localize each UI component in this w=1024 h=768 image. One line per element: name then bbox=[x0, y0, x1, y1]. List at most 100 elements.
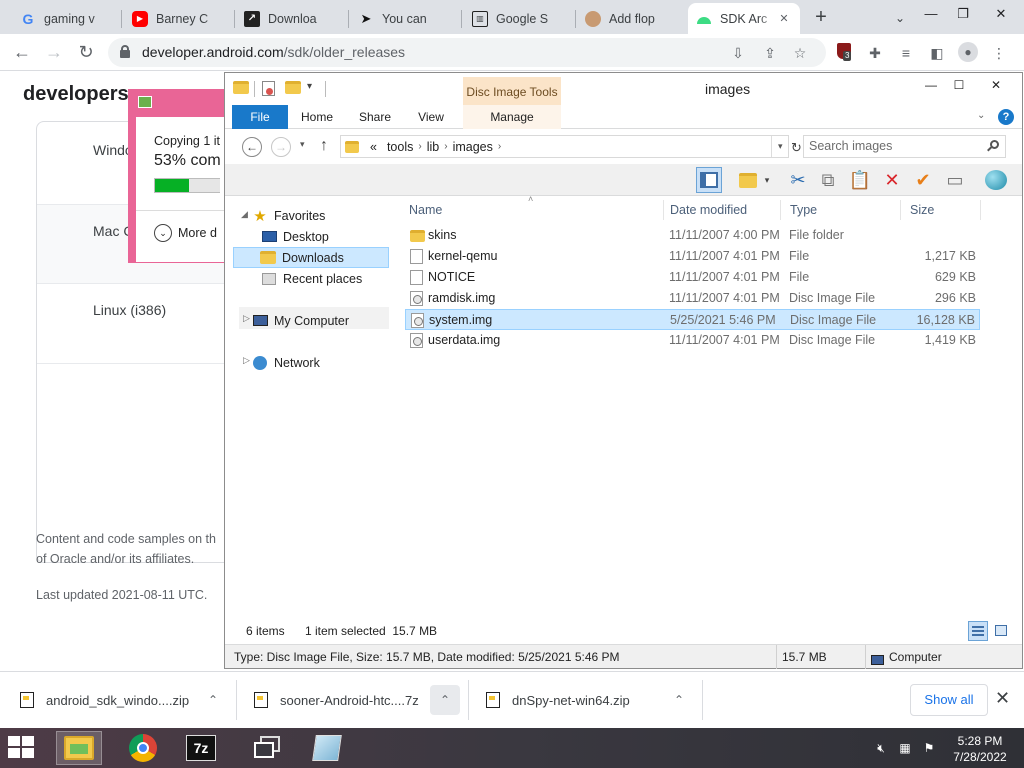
delete-icon[interactable]: ✕ bbox=[879, 167, 905, 193]
forward-arrow-icon[interactable]: → bbox=[40, 39, 68, 67]
folder-app-icon[interactable] bbox=[233, 81, 249, 97]
task-view-taskbar-icon[interactable] bbox=[244, 731, 290, 765]
7zip-taskbar-icon[interactable]: 7z bbox=[178, 731, 224, 765]
expand-ribbon-chevron-icon[interactable]: ⌄ bbox=[977, 110, 985, 121]
breadcrumb-images[interactable]: images bbox=[453, 140, 493, 154]
breadcrumb-overflow[interactable]: « bbox=[370, 140, 377, 154]
copy-icon[interactable]: ⧉ bbox=[815, 167, 841, 193]
file-row-skins[interactable]: skins 11/11/2007 4:00 PM File folder bbox=[405, 225, 980, 246]
search-box[interactable] bbox=[803, 135, 1006, 158]
chevron-up-icon[interactable]: ⌃ bbox=[664, 685, 694, 715]
breadcrumb-separator-icon[interactable]: › bbox=[444, 141, 447, 152]
maximize-icon[interactable]: ☐ bbox=[944, 73, 974, 97]
nav-desktop[interactable]: Desktop bbox=[261, 226, 329, 247]
nav-my-computer[interactable]: My Computer bbox=[252, 310, 349, 331]
new-tab-button[interactable]: + bbox=[808, 6, 834, 30]
show-all-downloads-button[interactable]: Show all bbox=[910, 684, 988, 716]
up-arrow-icon[interactable]: ↑ bbox=[320, 137, 328, 155]
expand-chevron-icon[interactable]: ▷ bbox=[243, 355, 250, 366]
developers-logo[interactable]: developers bbox=[23, 83, 129, 106]
tab-view[interactable]: View bbox=[409, 105, 453, 129]
minimize-icon[interactable]: ― bbox=[916, 73, 946, 97]
minimize-icon[interactable]: ― bbox=[914, 0, 948, 30]
help-icon[interactable]: ? bbox=[998, 109, 1014, 125]
tab-barney[interactable]: ▶ Barney C bbox=[124, 3, 232, 34]
download-item-sooner-android[interactable]: sooner-Android-htc....7z bbox=[254, 680, 419, 720]
copy-progress-dialog[interactable]: Copying 1 it 53% com ⌄ More d bbox=[128, 89, 228, 263]
search-input[interactable] bbox=[809, 139, 979, 153]
breadcrumb-tools[interactable]: tools bbox=[387, 140, 413, 154]
nav-favorites[interactable]: ★ Favorites bbox=[252, 205, 325, 226]
file-row-ramdisk[interactable]: ramdisk.img 11/11/2007 4:01 PM Disc Imag… bbox=[405, 288, 980, 309]
windows-start-icon[interactable] bbox=[8, 736, 36, 760]
tab-download[interactable]: ↗ Downloa bbox=[236, 3, 346, 34]
cut-icon[interactable]: ✂ bbox=[785, 167, 811, 193]
address-dropdown-icon[interactable]: ▾ bbox=[778, 141, 783, 152]
paste-icon[interactable]: 📋 bbox=[847, 167, 873, 193]
file-row-userdata[interactable]: userdata.img 11/11/2007 4:01 PM Disc Ima… bbox=[405, 330, 980, 351]
volume-muted-icon[interactable]: 🔇︎ bbox=[873, 741, 889, 755]
chrome-taskbar-icon[interactable] bbox=[120, 731, 166, 765]
expand-chevron-icon[interactable]: ▷ bbox=[243, 313, 250, 324]
customize-qat-icon[interactable]: ▾ bbox=[307, 81, 323, 97]
tab-share[interactable]: Share bbox=[351, 105, 399, 129]
nav-network[interactable]: Network bbox=[252, 352, 320, 373]
breadcrumb-separator-icon[interactable]: › bbox=[498, 141, 501, 152]
tab-you-can[interactable]: ➤ You can bbox=[350, 3, 460, 34]
extension-shield-icon[interactable]: 3 bbox=[833, 41, 855, 63]
notepad-taskbar-icon[interactable] bbox=[304, 731, 350, 765]
network-status-icon[interactable]: ▦ bbox=[897, 741, 913, 755]
preview-pane-icon[interactable] bbox=[696, 167, 722, 193]
reload-icon[interactable]: ↻ bbox=[72, 39, 100, 67]
explorer-address-bar[interactable]: « tools › lib › images › ▾ bbox=[340, 135, 789, 158]
clock-time[interactable]: 5:28 PM bbox=[940, 734, 1020, 748]
action-center-flag-icon[interactable]: ⚑ bbox=[921, 741, 937, 755]
file-row-system-img[interactable]: system.img 5/25/2021 5:46 PM Disc Image … bbox=[405, 309, 980, 330]
nav-downloads[interactable]: Downloads bbox=[233, 247, 389, 268]
close-window-icon[interactable]: ✕ bbox=[984, 0, 1018, 30]
options-dropdown-icon[interactable]: ▾ bbox=[761, 167, 773, 193]
network-globe-icon[interactable] bbox=[983, 167, 1009, 193]
close-window-icon[interactable]: ✕ bbox=[981, 73, 1011, 97]
nav-recent-places[interactable]: Recent places bbox=[261, 268, 362, 289]
side-panel-icon[interactable]: ◧ bbox=[926, 42, 948, 64]
chevron-up-icon[interactable]: ⌃ bbox=[430, 685, 460, 715]
file-row-notice[interactable]: NOTICE 11/11/2007 4:01 PM File 629 KB bbox=[405, 267, 980, 288]
column-header-type[interactable]: Type bbox=[781, 200, 901, 220]
refresh-icon[interactable]: ↻ bbox=[791, 140, 802, 156]
tab-google-s[interactable]: ▥ Google S bbox=[464, 3, 574, 34]
chevron-up-icon[interactable]: ⌃ bbox=[198, 685, 228, 715]
tab-file[interactable]: File bbox=[232, 105, 288, 129]
address-bar[interactable]: developer.android.com/sdk/older_releases… bbox=[108, 38, 826, 67]
close-tab-icon[interactable]: ✕ bbox=[776, 11, 792, 27]
tab-add-floppy[interactable]: Add flop bbox=[577, 3, 685, 34]
forward-arrow-icon[interactable]: → bbox=[271, 137, 291, 157]
search-icon[interactable] bbox=[987, 140, 999, 152]
rename-icon[interactable]: ▭ bbox=[942, 167, 968, 193]
profile-avatar-icon[interactable]: ● bbox=[958, 42, 980, 64]
tab-home[interactable]: Home bbox=[295, 105, 339, 129]
back-arrow-icon[interactable]: ← bbox=[242, 137, 262, 157]
properties-icon[interactable] bbox=[262, 81, 278, 97]
puzzle-extensions-icon[interactable]: ✚ bbox=[864, 42, 886, 64]
large-icons-view-icon[interactable] bbox=[991, 621, 1011, 641]
install-app-icon[interactable]: ⇩ bbox=[728, 43, 748, 63]
restore-icon[interactable]: ❐ bbox=[946, 0, 980, 30]
breadcrumb-separator-icon[interactable]: › bbox=[418, 141, 421, 152]
clock-date[interactable]: 7/28/2022 bbox=[940, 750, 1020, 764]
file-row-kernel-qemu[interactable]: kernel-qemu 11/11/2007 4:01 PM File 1,21… bbox=[405, 246, 980, 267]
media-queue-icon[interactable]: ≡ bbox=[895, 42, 917, 64]
tab-sdk-archives[interactable]: SDK Arc ✕ bbox=[688, 3, 800, 34]
back-arrow-icon[interactable]: ← bbox=[8, 39, 36, 67]
folder-options-icon[interactable] bbox=[735, 167, 761, 193]
tab-search-chevron-icon[interactable]: ⌄ bbox=[888, 6, 912, 30]
details-view-icon[interactable] bbox=[968, 621, 988, 641]
column-header-name[interactable]: Name bbox=[400, 200, 664, 220]
new-folder-icon[interactable] bbox=[285, 81, 301, 97]
download-item-android-sdk[interactable]: android_sdk_windo....zip bbox=[20, 680, 189, 720]
share-icon[interactable]: ⇪ bbox=[760, 43, 780, 63]
close-shelf-icon[interactable]: ✕ bbox=[995, 688, 1010, 709]
bookmark-star-icon[interactable]: ☆ bbox=[790, 43, 810, 63]
more-details-button[interactable]: ⌄ More d bbox=[154, 222, 217, 244]
url-text[interactable]: developer.android.com/sdk/older_releases bbox=[142, 44, 405, 60]
